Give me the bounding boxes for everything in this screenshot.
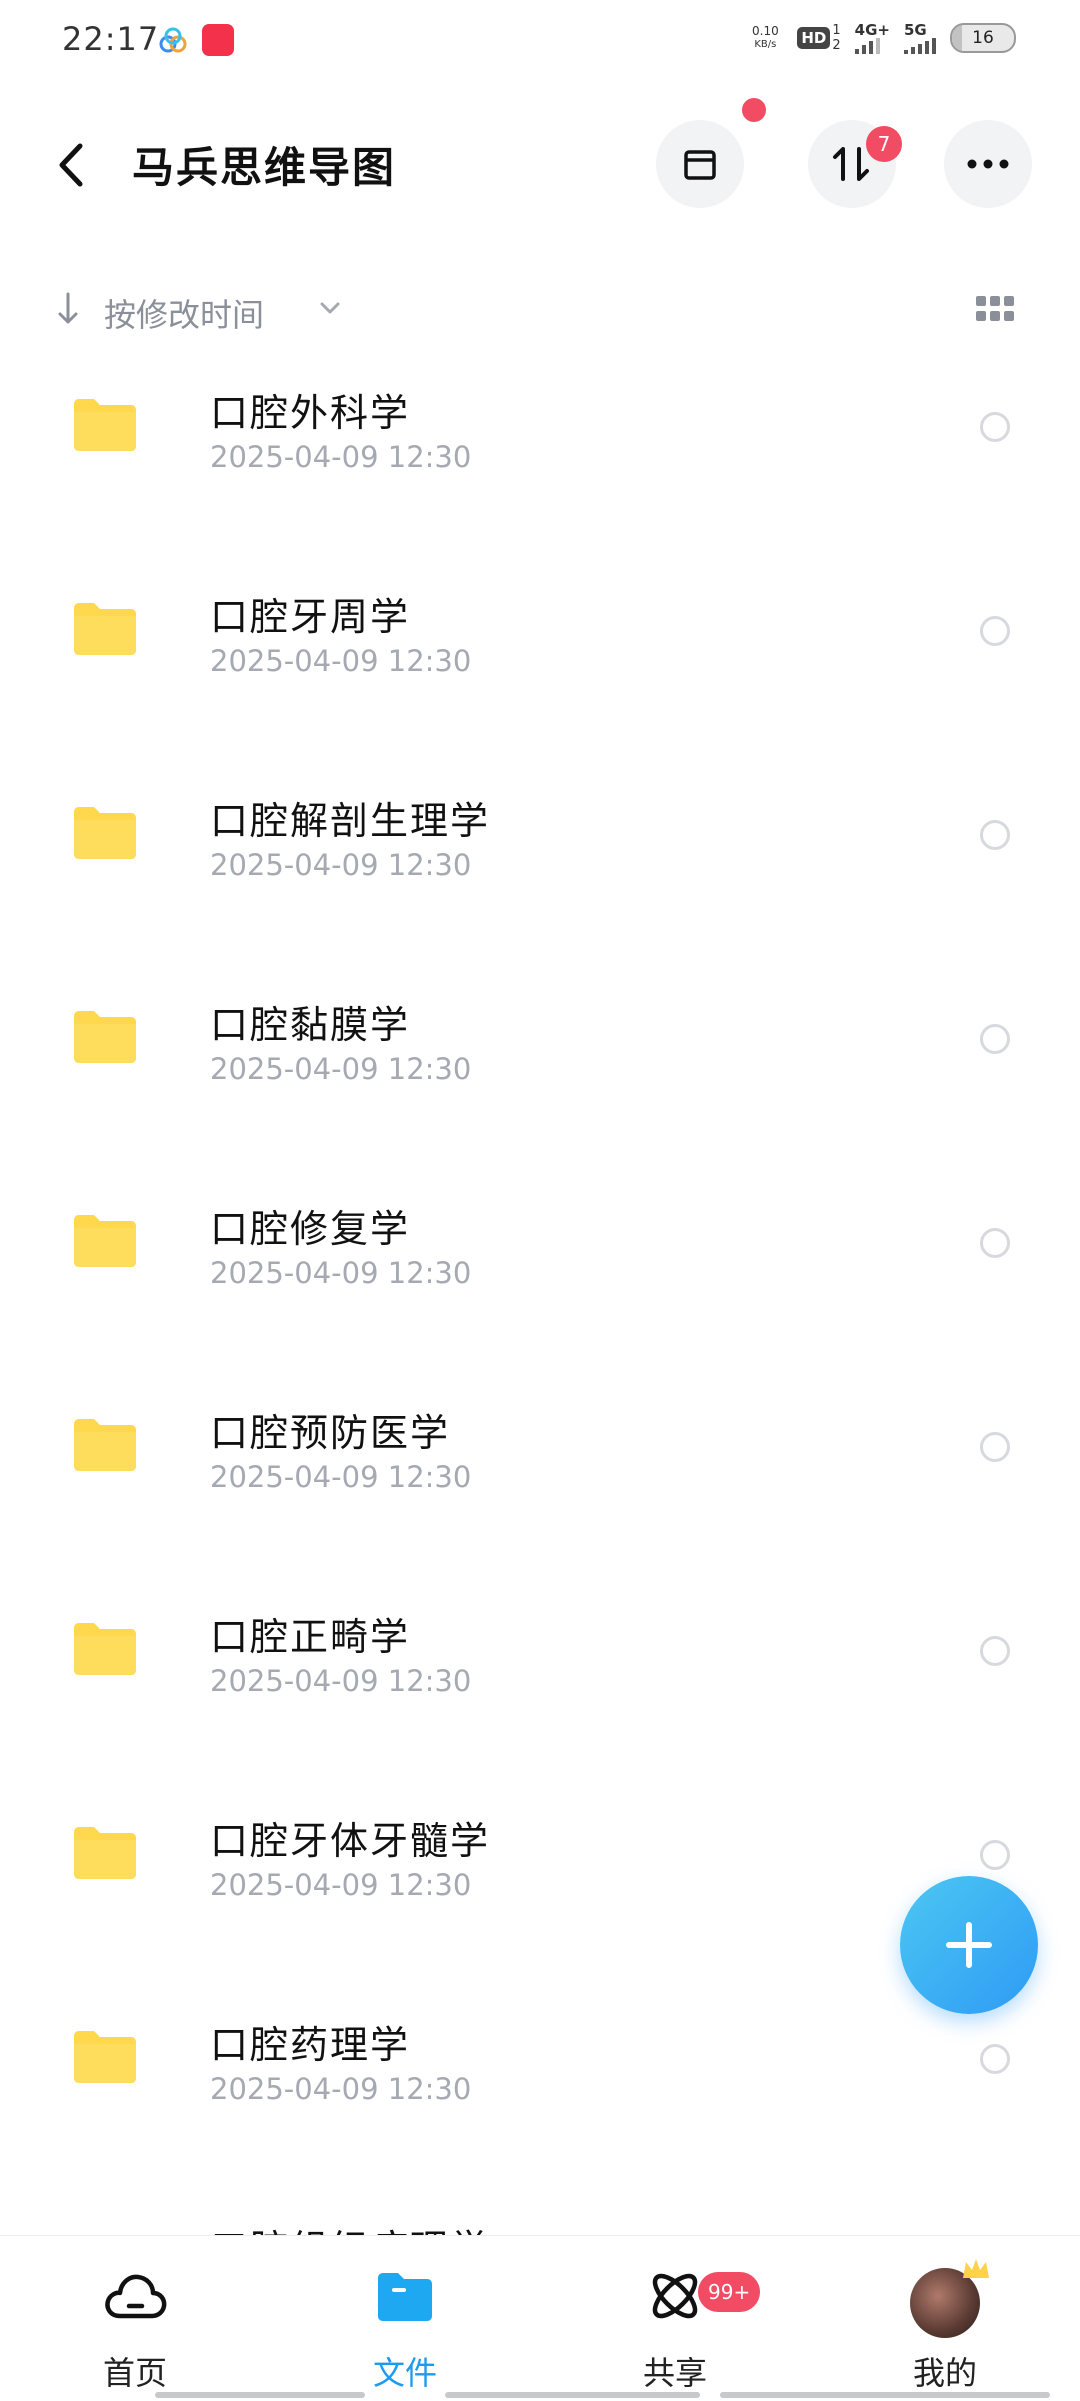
folder-icon: [72, 1416, 138, 1472]
file-row[interactable]: 口腔外科学 2025-04-09 12:30: [0, 350, 1080, 554]
nav-mine[interactable]: 我的: [810, 2236, 1080, 2401]
file-row[interactable]: 口腔解剖生理学 2025-04-09 12:30: [0, 758, 1080, 962]
bottom-nav: 首页 文件 99+ 共享 我的: [0, 2235, 1080, 2400]
select-checkbox[interactable]: [980, 412, 1010, 442]
folder-icon: [72, 1212, 138, 1268]
cloud-app-icon: [159, 27, 187, 53]
file-name: 口腔牙体牙髓学: [210, 1819, 491, 1863]
select-checkbox[interactable]: [980, 1840, 1010, 1870]
folder-icon: [72, 1824, 138, 1880]
folder-icon: [378, 2273, 432, 2321]
nav-home-label: 首页: [102, 2354, 167, 2392]
sort-arrow-icon[interactable]: [56, 290, 80, 326]
select-checkbox[interactable]: [980, 2044, 1010, 2074]
page-title: 马兵思维导图: [132, 143, 397, 192]
hd-numbers: 1 2: [832, 23, 841, 53]
more-dots-icon: [967, 159, 1009, 169]
nav-files[interactable]: 文件: [270, 2236, 540, 2401]
net-speed-unit: KB/s: [754, 39, 777, 50]
battery-icon: 16: [950, 23, 1016, 53]
add-button[interactable]: [900, 1876, 1038, 2014]
battery-text: 16: [972, 28, 994, 48]
file-row[interactable]: 口腔牙周学 2025-04-09 12:30: [0, 554, 1080, 758]
file-name: 口腔牙周学: [210, 595, 411, 639]
file-name: 口腔正畸学: [210, 1615, 411, 1659]
signal-4g-label: 4G+: [854, 21, 890, 39]
sort-label[interactable]: 按修改时间: [104, 290, 264, 336]
more-button[interactable]: [944, 120, 1032, 208]
transfer-count-badge: 7: [866, 126, 902, 162]
header: 马兵思维导图 7: [0, 84, 1080, 244]
file-name: 口腔预防医学: [210, 1411, 451, 1455]
nav-share-label: 共享: [642, 2354, 707, 2392]
plus-icon: [946, 1922, 992, 1968]
signal-4g: 4G+: [854, 21, 890, 54]
file-name: 口腔组织病理学: [210, 2218, 490, 2235]
notification-dot: [742, 98, 766, 122]
folder-icon: [72, 804, 138, 860]
signal-5g: 5G: [904, 22, 936, 54]
signal-bars-icon: [904, 38, 936, 54]
status-indicators: 0.10 KB/s HD 1 2 4G+ 5G 16: [747, 22, 1016, 54]
file-row[interactable]: 口腔修复学 2025-04-09 12:30: [0, 1166, 1080, 1370]
select-checkbox[interactable]: [980, 1636, 1010, 1666]
select-checkbox[interactable]: [980, 1228, 1010, 1258]
select-checkbox[interactable]: [980, 820, 1010, 850]
share-badge: 99+: [698, 2272, 761, 2312]
file-date: 2025-04-09 12:30: [210, 440, 472, 474]
file-date: 2025-04-09 12:30: [210, 2072, 472, 2106]
file-date: 2025-04-09 12:30: [210, 848, 472, 882]
folder-icon: [72, 1620, 138, 1676]
folder-icon: [72, 396, 138, 452]
file-date: 2025-04-09 12:30: [210, 1256, 472, 1290]
home-indicator: [0, 2392, 1080, 2400]
file-name: 口腔外科学: [210, 391, 411, 435]
file-date: 2025-04-09 12:30: [210, 1460, 472, 1494]
net-speed: 0.10 KB/s: [747, 24, 783, 52]
nav-mine-label: 我的: [912, 2354, 977, 2392]
file-date: 2025-04-09 12:30: [210, 1664, 472, 1698]
red-app-icon: [202, 24, 234, 56]
file-name: 口腔修复学: [210, 1207, 411, 1251]
status-bar: 22:17 0.10 KB/s HD 1 2 4G+ 5G 16: [0, 0, 1080, 84]
file-name: 口腔黏膜学: [210, 1003, 411, 1047]
folder-icon: [72, 1008, 138, 1064]
file-name: 口腔药理学: [210, 2023, 411, 2067]
archive-button[interactable]: [656, 120, 744, 208]
hd-label: HD: [797, 27, 831, 49]
cloud-icon: [105, 2274, 167, 2319]
file-row[interactable]: 口腔预防医学 2025-04-09 12:30: [0, 1370, 1080, 1574]
crown-icon: [963, 2259, 989, 2278]
grid-view-icon[interactable]: [976, 294, 1016, 324]
file-date: 2025-04-09 12:30: [210, 1052, 472, 1086]
file-date: 2025-04-09 12:30: [210, 644, 472, 678]
select-checkbox[interactable]: [980, 616, 1010, 646]
chevron-down-icon[interactable]: [318, 298, 342, 318]
folder-icon: [72, 2028, 138, 2084]
status-time: 22:17: [62, 20, 160, 58]
hd-badge: HD 1 2: [797, 23, 841, 53]
signal-5g-label: 5G: [904, 21, 927, 39]
signal-bars-icon: [854, 38, 880, 54]
file-row[interactable]: 口腔黏膜学 2025-04-09 12:30: [0, 962, 1080, 1166]
folder-icon: [72, 600, 138, 656]
select-checkbox[interactable]: [980, 1432, 1010, 1462]
select-checkbox[interactable]: [980, 1024, 1010, 1054]
nav-home[interactable]: 首页: [0, 2236, 270, 2401]
file-row[interactable]: 口腔组织病理学: [0, 2186, 1080, 2235]
file-date: 2025-04-09 12:30: [210, 1868, 472, 1902]
file-name: 口腔解剖生理学: [210, 799, 491, 843]
net-speed-value: 0.10: [752, 24, 779, 38]
nav-share[interactable]: 99+ 共享: [540, 2236, 810, 2401]
file-row[interactable]: 口腔药理学 2025-04-09 12:30: [0, 1982, 1080, 2186]
back-arrow-icon[interactable]: [50, 140, 94, 190]
file-row[interactable]: 口腔正畸学 2025-04-09 12:30: [0, 1574, 1080, 1778]
archive-icon: [684, 150, 716, 180]
sort-bar: 按修改时间: [0, 270, 1080, 350]
nav-files-label: 文件: [372, 2354, 437, 2392]
